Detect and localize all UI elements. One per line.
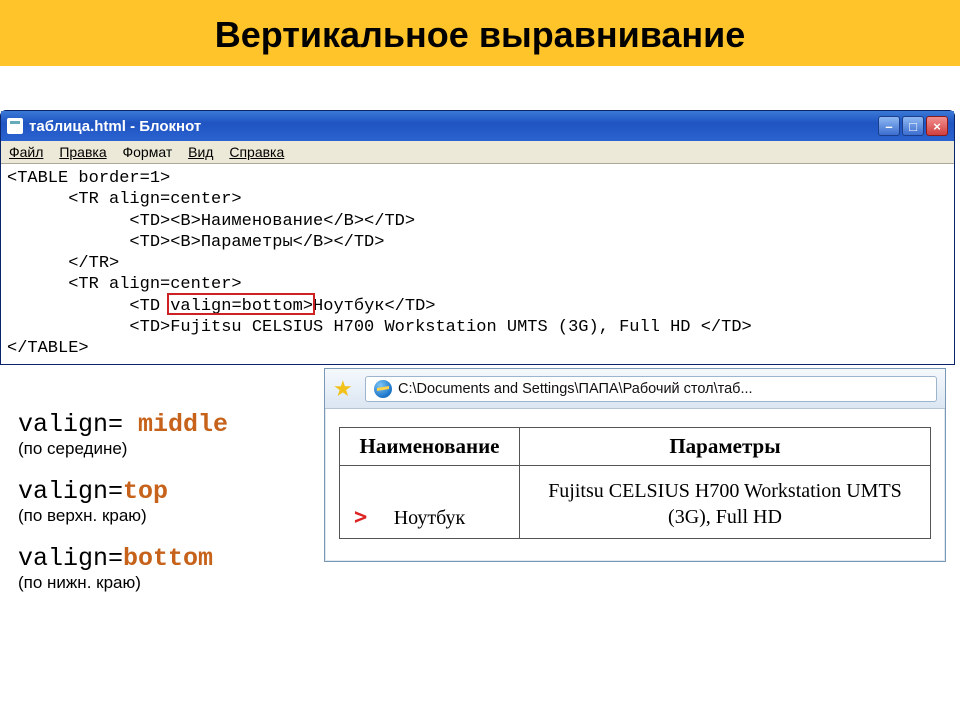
legend-middle: valign= middle (по середине) [18,410,318,459]
menu-format[interactable]: Формат [123,144,173,160]
notepad-code-area[interactable]: <TABLE border=1> <TR align=center> <TD><… [1,164,954,364]
window-controls: – □ × [878,116,948,136]
minimize-button[interactable]: – [878,116,900,136]
cell-spec-label: Fujitsu CELSIUS H700 Workstation UMTS (3… [548,480,902,528]
notepad-icon [7,118,23,134]
menu-file[interactable]: Файл [9,144,43,160]
address-bar[interactable]: C:\Documents and Settings\ПАПА\Рабочий с… [365,376,937,402]
menu-view[interactable]: Вид [188,144,213,160]
th-params: Параметры [520,428,931,466]
ie-icon [374,380,392,398]
notepad-menubar[interactable]: Файл Правка Формат Вид Справка [1,141,954,164]
table-row: Наименование Параметры [340,428,931,466]
legend-top: valign=top (по верхн. краю) [18,477,318,526]
valign-marker-icon: > [354,505,367,530]
browser-viewport: Наименование Параметры > Ноутбук Fujitsu… [325,409,945,561]
table-row: > Ноутбук Fujitsu CELSIUS H700 Workstati… [340,466,931,539]
legend-bottom-desc: (по нижн. краю) [18,573,318,593]
highlight-valign: valign=bottom [170,297,303,316]
menu-help[interactable]: Справка [229,144,284,160]
cell-product-label: Ноутбук [394,507,466,530]
browser-window: ★ C:\Documents and Settings\ПАПА\Рабочий… [324,368,946,562]
slide-title: Вертикальное выравнивание [0,14,960,56]
menu-edit[interactable]: Правка [59,144,106,160]
page-path: C:\Documents and Settings\ПАПА\Рабочий с… [398,381,753,397]
maximize-button[interactable]: □ [902,116,924,136]
th-name: Наименование [340,428,520,466]
notepad-window: таблица.html - Блокнот – □ × Файл Правка… [0,110,955,365]
td-product: > Ноутбук [340,466,520,539]
legend-middle-desc: (по середине) [18,439,318,459]
legend-top-desc: (по верхн. краю) [18,506,318,526]
slide-title-bar: Вертикальное выравнивание [0,0,960,66]
td-spec: Fujitsu CELSIUS H700 Workstation UMTS (3… [520,466,931,539]
notepad-title: таблица.html - Блокнот [29,118,201,135]
close-button[interactable]: × [926,116,948,136]
valign-legend: valign= middle (по середине) valign=top … [18,410,318,611]
favorites-star-icon[interactable]: ★ [333,378,355,400]
notepad-titlebar[interactable]: таблица.html - Блокнот – □ × [1,111,954,141]
rendered-table: Наименование Параметры > Ноутбук Fujitsu… [339,427,931,539]
legend-bottom: valign=bottom (по нижн. краю) [18,544,318,593]
browser-toolbar: ★ C:\Documents and Settings\ПАПА\Рабочий… [325,369,945,409]
